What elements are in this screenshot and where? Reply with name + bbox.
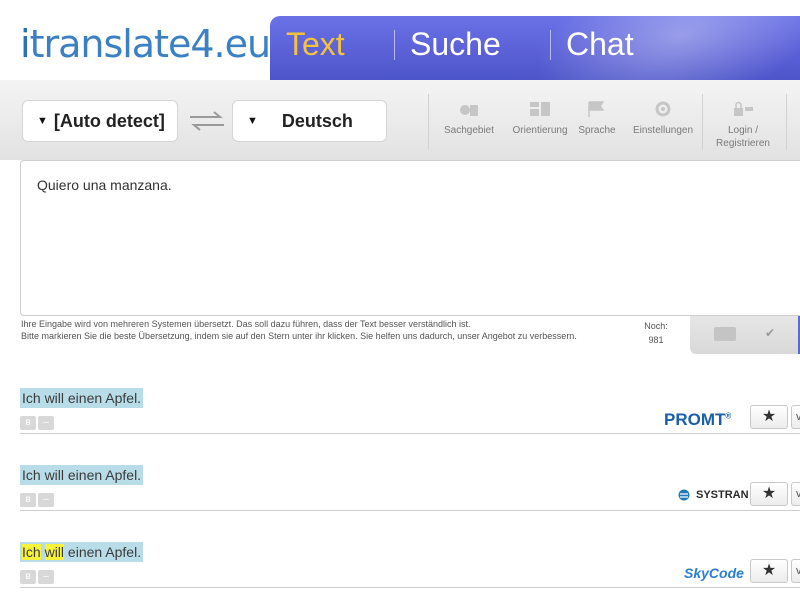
header: itranslate4.eu Text Suche Chat xyxy=(0,0,800,80)
expand-button[interactable]: v xyxy=(791,559,800,583)
tool-label: Sprache xyxy=(578,125,616,136)
char-counter-value: 981 xyxy=(648,335,664,345)
layout-icon xyxy=(530,102,550,116)
input-options-panel: ✔ xyxy=(690,316,800,354)
char-counter-label: Noch: xyxy=(644,321,668,331)
chevron-down-icon: ▼ xyxy=(37,115,48,127)
highlighted-word: Ich xyxy=(22,544,41,560)
info-text: Ihre Eingabe wird von mehreren Systemen … xyxy=(21,318,621,342)
minus-icon[interactable]: – xyxy=(38,493,54,507)
nav-divider xyxy=(394,30,395,60)
bluetooth-icon[interactable]: ʙ xyxy=(20,416,36,430)
result-small-buttons: ʙ – xyxy=(20,570,54,584)
toolbar-divider xyxy=(702,94,703,150)
target-language-select[interactable]: ▼ Deutsch xyxy=(232,100,387,142)
result-small-buttons: ʙ – xyxy=(20,416,54,430)
provider-logo-skycode: SkyCode xyxy=(684,565,744,581)
source-text-value: Quiero una manzana. xyxy=(37,177,172,193)
star-rate-button[interactable]: ★ xyxy=(750,559,788,583)
nav-divider xyxy=(550,30,551,60)
tab-chat[interactable]: Chat xyxy=(566,24,634,64)
info-line-1: Ihre Eingabe wird von mehreren Systemen … xyxy=(21,319,471,329)
keyboard-icon[interactable] xyxy=(714,327,736,341)
translation-result: Ich will einen Apfel. ʙ – PROMT® ★ v xyxy=(20,388,800,434)
tab-text[interactable]: Text xyxy=(286,24,345,64)
translation-result: Ich will einen Apfel. ʙ – SkyCode ★ v xyxy=(20,542,800,588)
logo-i: i xyxy=(20,22,31,66)
minus-icon[interactable]: – xyxy=(38,416,54,430)
toolbar: ▼ [Auto detect] ▼ Deutsch Sachgebiet Ori… xyxy=(0,80,800,160)
translation-text[interactable]: Ich will einen Apfel. xyxy=(20,465,144,485)
tool-label: Login / Registrieren xyxy=(716,125,770,149)
settings-icon xyxy=(655,101,671,117)
chevron-down-icon: ▼ xyxy=(247,115,258,127)
subject-icon xyxy=(460,105,478,116)
bluetooth-icon[interactable]: ʙ xyxy=(20,493,36,507)
translation-text-rest: einen Apfel. xyxy=(64,544,142,560)
expand-button[interactable]: v xyxy=(791,482,800,506)
provider-logo-promt: PROMT® xyxy=(664,410,731,430)
highlighted-word: will xyxy=(44,544,65,560)
target-language-label: Deutsch xyxy=(281,110,353,131)
sachgebiet-button[interactable]: Sachgebiet xyxy=(434,100,504,137)
star-rate-button[interactable]: ★ xyxy=(750,482,788,506)
lock-icon xyxy=(734,101,753,116)
sprache-button[interactable]: Sprache xyxy=(562,100,632,137)
provider-name: PROMT xyxy=(664,410,726,429)
systran-logo-icon xyxy=(678,489,690,501)
flag-icon xyxy=(588,101,605,117)
char-counter: Noch: 981 xyxy=(636,319,676,347)
provider-logo-systran: SYSTRAN xyxy=(678,489,749,501)
main-nav: Text Suche Chat xyxy=(270,16,800,80)
source-language-label: [Auto detect] xyxy=(53,110,165,131)
info-line-2: Bitte markieren Sie die beste Übersetzun… xyxy=(21,331,577,341)
translation-text[interactable]: Ich will einen Apfel. xyxy=(20,542,144,562)
check-icon[interactable]: ✔ xyxy=(765,326,775,340)
translation-text[interactable]: Ich will einen Apfel. xyxy=(20,388,144,408)
tab-suche[interactable]: Suche xyxy=(410,24,501,64)
registered-mark: ® xyxy=(725,411,732,421)
source-text-input[interactable]: Quiero una manzana. xyxy=(20,160,800,316)
result-small-buttons: ʙ – xyxy=(20,493,54,507)
translation-result: Ich will einen Apfel. ʙ – SYSTRAN ★ v xyxy=(20,465,800,511)
toolbar-divider xyxy=(428,94,429,150)
tool-label: Sachgebiet xyxy=(443,125,495,136)
expand-button[interactable]: v xyxy=(791,405,800,429)
einstellungen-button[interactable]: Einstellungen xyxy=(628,100,698,137)
star-rate-button[interactable]: ★ xyxy=(750,405,788,429)
minus-icon[interactable]: – xyxy=(38,570,54,584)
logo-text: translate4.eu xyxy=(29,22,272,66)
swap-languages-icon[interactable] xyxy=(186,108,228,134)
bluetooth-icon[interactable]: ʙ xyxy=(20,570,36,584)
provider-name: SkyCode xyxy=(684,565,744,581)
logo[interactable]: itranslate4.eu xyxy=(20,22,272,66)
login-register-button[interactable]: Login / Registrieren xyxy=(708,100,778,150)
tool-label: Orientierung xyxy=(512,125,568,136)
tool-label: Einstellungen xyxy=(632,125,694,136)
provider-name: SYSTRAN xyxy=(696,489,749,501)
source-language-select[interactable]: ▼ [Auto detect] xyxy=(22,100,178,142)
toolbar-divider xyxy=(786,94,787,150)
